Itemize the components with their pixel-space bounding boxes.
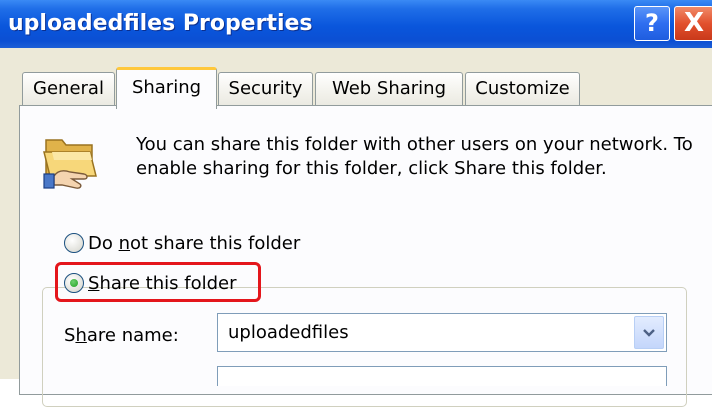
sharing-description: You can share this folder with other use… bbox=[136, 134, 693, 179]
tab-strip: General Sharing Security Web Sharing Cus… bbox=[0, 48, 712, 109]
share-name-combobox[interactable]: uploadedfiles bbox=[217, 313, 667, 352]
share-name-dropdown-button[interactable] bbox=[634, 316, 664, 349]
title-bar[interactable]: uploadedfiles Properties ? X bbox=[0, 0, 712, 48]
share-this-folder-option[interactable]: Share this folder bbox=[64, 270, 237, 296]
close-button[interactable]: X bbox=[674, 6, 712, 41]
share-this-folder-label: Share this folder bbox=[88, 272, 237, 294]
comment-field[interactable] bbox=[217, 366, 667, 386]
tab-sharing[interactable]: Sharing bbox=[116, 67, 217, 109]
share-this-folder-radio[interactable] bbox=[64, 273, 84, 293]
radio-selected-dot bbox=[70, 279, 78, 287]
shared-folder-icon bbox=[43, 139, 97, 189]
help-button[interactable]: ? bbox=[634, 6, 670, 41]
do-not-share-label: Do not share this folder bbox=[88, 232, 301, 254]
tab-security[interactable]: Security bbox=[218, 72, 313, 105]
close-icon: X bbox=[683, 8, 705, 38]
share-name-value: uploadedfiles bbox=[228, 322, 349, 343]
chevron-down-icon bbox=[643, 328, 655, 337]
do-not-share-radio[interactable] bbox=[64, 233, 84, 253]
window-title: uploadedfiles Properties bbox=[8, 11, 313, 36]
tab-customize[interactable]: Customize bbox=[465, 72, 580, 105]
share-name-label: Share name: bbox=[64, 325, 179, 346]
do-not-share-option[interactable]: Do not share this folder bbox=[64, 230, 300, 256]
tab-web-sharing[interactable]: Web Sharing bbox=[315, 72, 463, 105]
tab-general[interactable]: General bbox=[22, 72, 115, 105]
help-icon: ? bbox=[645, 9, 659, 37]
